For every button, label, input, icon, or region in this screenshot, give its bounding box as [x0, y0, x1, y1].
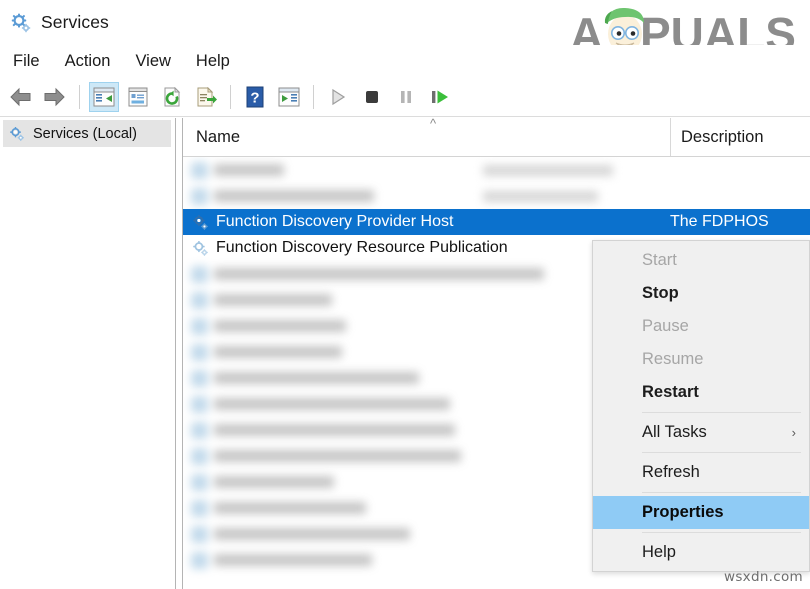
list-column-headers: Name ^ Description: [183, 116, 810, 157]
toolbar-separator: [79, 84, 80, 109]
console-tree-pane: Services (Local): [0, 118, 176, 589]
row-description-placeholder: [483, 190, 598, 202]
table-row[interactable]: [183, 183, 810, 209]
row-name-placeholder: [214, 424, 455, 436]
row-name-placeholder: [214, 320, 346, 332]
row-description-placeholder: [483, 164, 613, 176]
service-icon: [191, 343, 208, 361]
toolbar-separator: [230, 84, 231, 109]
row-name-placeholder: [214, 164, 284, 176]
toolbar: ?: [0, 77, 810, 117]
service-icon: [191, 551, 208, 569]
service-icon: [191, 265, 208, 283]
menu-help[interactable]: Help: [196, 50, 241, 73]
context-menu-item-all-tasks-label: All Tasks: [642, 423, 707, 441]
forward-icon[interactable]: [40, 82, 70, 112]
context-menu-item-restart[interactable]: Restart: [593, 376, 809, 409]
service-icon: [193, 214, 208, 230]
column-header-description[interactable]: Description: [670, 118, 810, 156]
menu-view[interactable]: View: [135, 50, 181, 73]
context-menu-item-help[interactable]: Help: [593, 536, 809, 569]
context-menu-item-stop[interactable]: Stop: [593, 277, 809, 310]
service-icon: [191, 525, 208, 543]
table-row-selected[interactable]: Function Discovery Provider Host The FDP…: [183, 209, 810, 235]
row-name-placeholder: [214, 294, 332, 306]
row-name: Function Discovery Provider Host: [216, 213, 454, 230]
window-title: Services: [41, 12, 109, 32]
sidebar-item-label: Services (Local): [33, 125, 137, 142]
row-name-placeholder: [214, 268, 544, 280]
start-service-icon: [323, 82, 353, 112]
refresh-icon[interactable]: [157, 82, 187, 112]
menu-action[interactable]: Action: [65, 50, 122, 73]
services-window: Services A PUALS File Action View Help ?…: [0, 0, 810, 589]
chevron-right-icon: ›: [791, 425, 796, 440]
row-description: The FDPHOS: [670, 213, 769, 230]
context-menu-separator: [642, 492, 801, 493]
row-name: Function Discovery Resource Publication: [216, 239, 508, 256]
properties-icon[interactable]: [123, 82, 153, 112]
help-icon[interactable]: ?: [240, 82, 270, 112]
watermark: wsxdn.com: [723, 569, 803, 585]
menu-bar: File Action View Help: [0, 45, 810, 77]
menu-file[interactable]: File: [13, 50, 51, 73]
stop-service-icon[interactable]: [357, 82, 387, 112]
service-icon: [191, 473, 208, 491]
gear-icon: [10, 126, 24, 141]
column-header-description-label: Description: [681, 127, 764, 146]
context-menu-item-pause: Pause: [642, 317, 689, 335]
context-menu-item-refresh[interactable]: Refresh: [593, 456, 809, 489]
show-action-pane-icon[interactable]: [274, 82, 304, 112]
service-icon: [191, 291, 208, 309]
service-icon: [191, 369, 208, 387]
row-name-placeholder: [214, 398, 450, 410]
column-header-name-label: Name: [196, 127, 241, 146]
context-menu[interactable]: Start Stop Pause Resume Restart All Task…: [592, 240, 810, 572]
column-header-name[interactable]: Name ^: [183, 116, 670, 156]
show-hide-console-tree-icon[interactable]: [89, 81, 119, 112]
gear-icon: [11, 13, 31, 32]
context-menu-separator: [642, 412, 801, 413]
export-list-icon[interactable]: [191, 82, 221, 112]
pause-service-icon: [391, 82, 421, 112]
service-icon: [191, 447, 208, 465]
service-icon: [191, 187, 208, 205]
row-name-placeholder: [214, 528, 410, 540]
service-icon: [193, 240, 208, 256]
row-name-placeholder: [214, 502, 366, 514]
context-menu-separator: [642, 532, 801, 533]
back-icon[interactable]: [6, 82, 36, 112]
row-name-placeholder: [214, 450, 461, 462]
context-menu-item-start: Start: [642, 251, 677, 269]
service-icon: [191, 499, 208, 517]
table-row[interactable]: [183, 157, 810, 183]
row-name-placeholder: [214, 346, 342, 358]
row-name-placeholder: [214, 554, 372, 566]
service-icon: [191, 395, 208, 413]
row-name-placeholder: [214, 372, 419, 384]
row-name-placeholder: [214, 190, 374, 202]
context-menu-separator: [642, 452, 801, 453]
service-icon: [191, 161, 208, 179]
row-name-placeholder: [214, 476, 334, 488]
service-icon: [191, 317, 208, 335]
restart-service-icon[interactable]: [425, 82, 455, 112]
context-menu-item-resume: Resume: [642, 350, 704, 368]
context-menu-item-all-tasks[interactable]: All Tasks ›: [593, 416, 809, 449]
context-menu-item-properties[interactable]: Properties: [593, 496, 809, 529]
sort-ascending-icon: ^: [430, 116, 437, 131]
sidebar-item-services-local[interactable]: Services (Local): [3, 120, 171, 147]
svg-text:?: ?: [250, 89, 259, 106]
service-icon: [191, 421, 208, 439]
toolbar-separator: [313, 84, 314, 109]
